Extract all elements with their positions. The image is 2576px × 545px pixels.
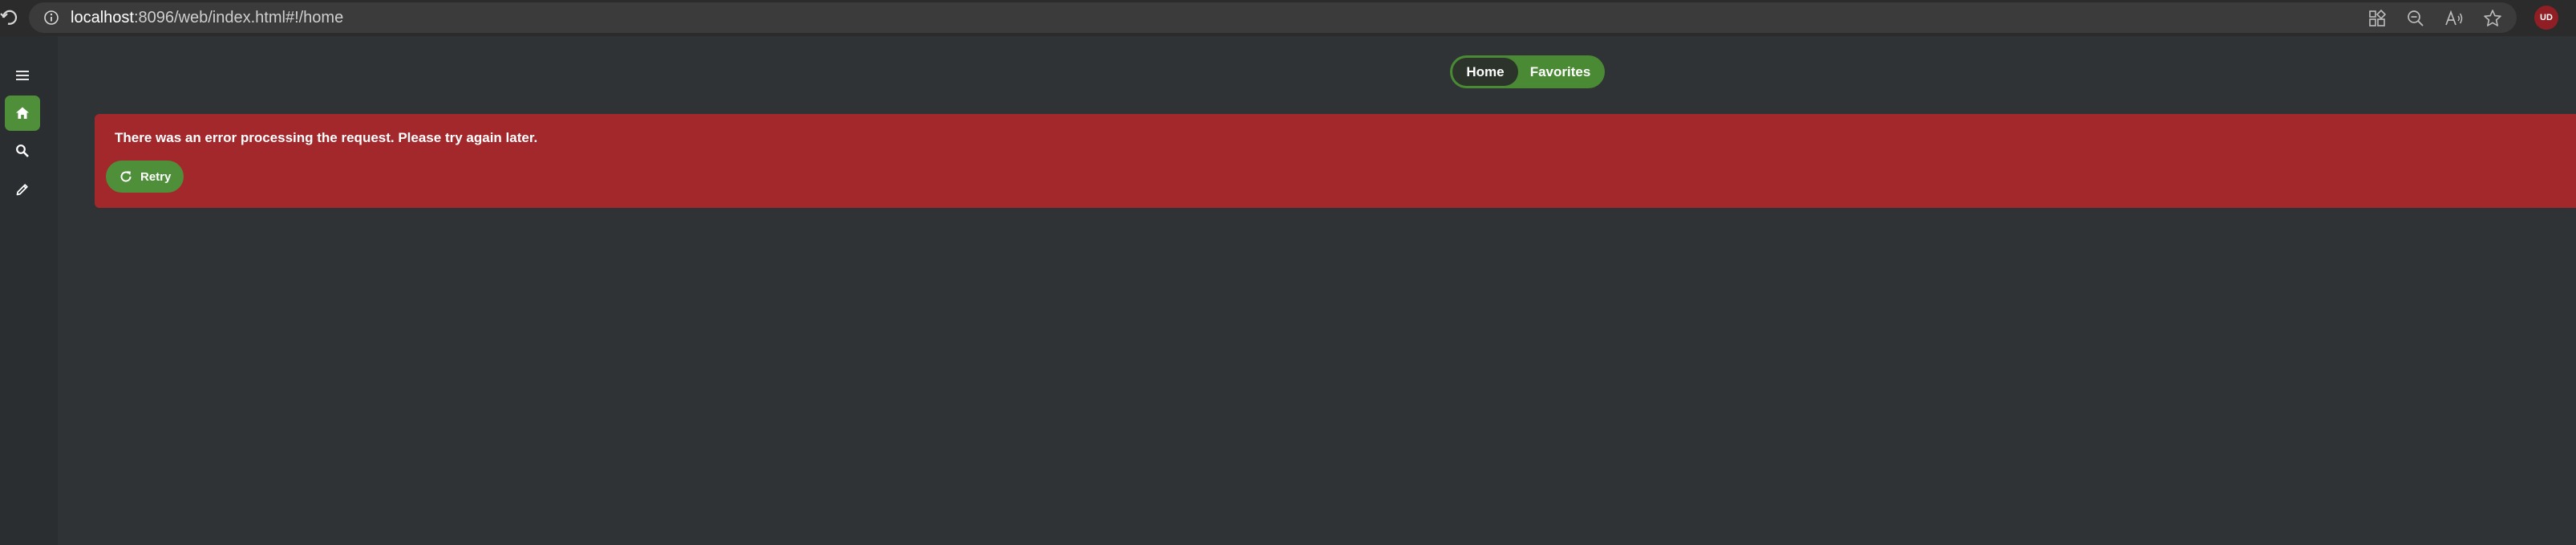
refresh-icon [120,171,132,182]
nav-edit-button[interactable] [5,172,40,207]
app-grid-icon[interactable] [2367,8,2388,29]
home-icon [16,107,29,119]
home-tabs: Home Favorites [1450,55,1605,88]
nav-home-button[interactable] [5,96,40,131]
extension-icon[interactable]: UD [2534,6,2558,30]
edit-icon [16,184,28,196]
menu-icon [16,71,29,80]
read-aloud-icon[interactable] [2444,8,2465,29]
browser-toolbar: localhost:8096/web/index.html#!/home UD [0,0,2576,36]
error-message: There was an error processing the reques… [115,130,538,145]
zoom-out-icon[interactable] [2405,8,2426,29]
nav-search-button[interactable] [5,133,40,169]
menu-button[interactable] [5,58,40,93]
search-icon [16,144,29,157]
site-info-icon[interactable] [43,10,59,26]
retry-label: Retry [140,169,172,184]
tab-favorites[interactable]: Favorites [1518,58,1602,86]
favorite-star-icon[interactable] [2482,8,2503,29]
error-banner: There was an error processing the reques… [95,114,2576,208]
nav-rail [0,36,58,545]
reload-icon[interactable] [0,6,18,29]
retry-button[interactable]: Retry [106,161,184,193]
tab-home[interactable]: Home [1452,58,1518,86]
address-bar[interactable]: localhost:8096/web/index.html#!/home [29,2,2517,33]
url-text[interactable]: localhost:8096/web/index.html#!/home [71,2,343,33]
